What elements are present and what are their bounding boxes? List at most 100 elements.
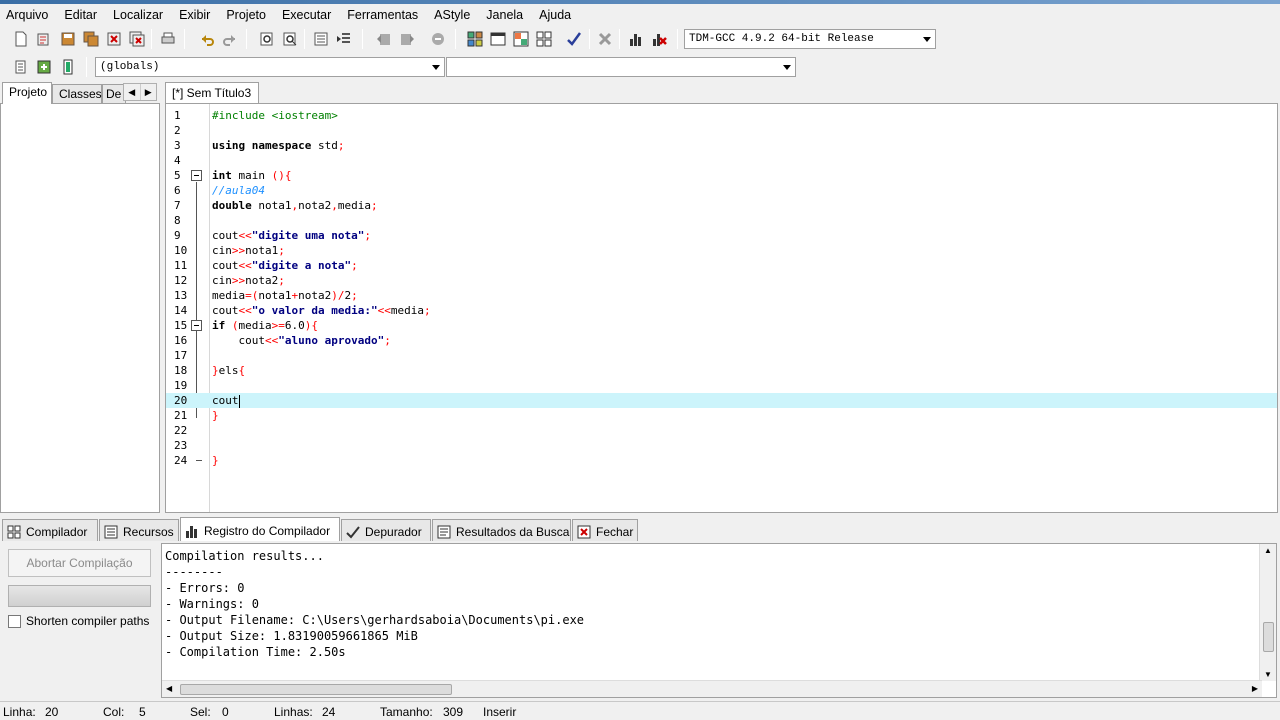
menu-editar[interactable]: Editar — [64, 8, 97, 22]
scope-select[interactable]: (globals) — [95, 57, 445, 77]
arrow-left-icon[interactable]: ◀ — [124, 84, 141, 100]
tab-depurador[interactable]: Depurador — [341, 519, 431, 541]
profile-icon[interactable] — [625, 28, 647, 50]
syntax-check-icon[interactable] — [563, 28, 585, 50]
scroll-right-icon[interactable]: ▶ — [1252, 684, 1258, 693]
identifier: cout — [212, 334, 265, 347]
menu-localizar[interactable]: Localizar — [113, 8, 163, 22]
tab-classes[interactable]: Classes — [52, 84, 102, 104]
compile-run-icon[interactable] — [510, 28, 532, 50]
code-editor[interactable]: 1 #include <iostream> 2 3 using namespace … — [165, 103, 1278, 513]
string-literal: "digite uma nota" — [251, 229, 365, 242]
checkbox-box[interactable] — [8, 614, 21, 628]
insert-icon[interactable] — [10, 56, 32, 78]
rebuild-icon[interactable] — [533, 28, 555, 50]
forward-icon[interactable] — [396, 28, 418, 50]
scroll-left-icon[interactable]: ◀ — [166, 684, 172, 693]
scroll-up-icon[interactable]: ▲ — [1264, 546, 1272, 555]
code-line: 13 media=(nota1+nota2)/2; — [166, 288, 1277, 303]
redo-icon[interactable] — [219, 28, 241, 50]
scroll-thumb[interactable] — [1263, 622, 1274, 652]
toolbar-separator — [304, 29, 305, 49]
status-mode: Inserir — [483, 705, 517, 719]
tab-projeto[interactable]: Projeto — [2, 82, 52, 104]
keyword: using namespace — [212, 139, 312, 152]
vertical-scrollbar[interactable]: ▲ ▼ — [1259, 544, 1276, 681]
abort-compilation-button[interactable]: Abortar Compilação — [8, 549, 151, 577]
code-line: 16 cout<<"aluno aprovado"; — [166, 333, 1277, 348]
bookmark-icon[interactable] — [427, 28, 449, 50]
undo-icon[interactable] — [196, 28, 218, 50]
close-icon — [577, 525, 591, 539]
compiler-log-panel: Abortar Compilação Shorten compiler path… — [0, 541, 1280, 699]
identifier: nota2 — [298, 289, 332, 302]
log-line: - Warnings: 0 — [165, 597, 259, 611]
tab-compilador[interactable]: Compilador — [2, 519, 98, 541]
tab-sem-titulo3[interactable]: [*] Sem Título3 — [165, 82, 259, 104]
toggle-comment-icon[interactable] — [33, 56, 55, 78]
compile-icon[interactable] — [464, 28, 486, 50]
goto-line-icon[interactable] — [333, 28, 355, 50]
toolbar-separator — [619, 29, 620, 49]
horizontal-scrollbar[interactable]: ◀ ▶ — [162, 680, 1262, 697]
status-col-value: 5 — [139, 705, 146, 719]
toolbar-separator — [362, 29, 363, 49]
menu-projeto[interactable]: Projeto — [226, 8, 266, 22]
code-text: double nota1,nota2,media; — [212, 199, 378, 212]
code-line: 21} — [166, 408, 1277, 423]
menu-janela[interactable]: Janela — [486, 8, 523, 22]
code-line: 6 //aula04 — [166, 183, 1277, 198]
tab-registro-compilador[interactable]: Registro do Compilador — [180, 517, 340, 541]
toolbar-separator — [246, 29, 247, 49]
replace-icon[interactable] — [279, 28, 301, 50]
chevron-down-icon — [432, 65, 440, 70]
scroll-down-icon[interactable]: ▼ — [1264, 670, 1272, 679]
open-file-icon[interactable] — [33, 28, 55, 50]
log-line: -------- — [165, 565, 223, 579]
main-toolbar: TDM-GCC 4.9.2 64-bit Release — [0, 26, 1280, 52]
save-all-icon[interactable] — [80, 28, 102, 50]
goto-declaration-icon[interactable] — [57, 56, 79, 78]
arrow-right-icon[interactable]: ▶ — [141, 84, 157, 100]
back-icon[interactable] — [373, 28, 395, 50]
delete-profile-icon[interactable] — [648, 28, 670, 50]
menu-ajuda[interactable]: Ajuda — [539, 8, 571, 22]
toolbar-separator — [151, 29, 152, 49]
scroll-thumb[interactable] — [180, 684, 452, 695]
print-icon[interactable] — [157, 28, 179, 50]
code-line: 10 cin>>nota1; — [166, 243, 1277, 258]
menu-arquivo[interactable]: Arquivo — [6, 8, 48, 22]
tab-recursos[interactable]: Recursos — [99, 519, 179, 541]
fold-toggle-icon[interactable] — [191, 320, 202, 331]
chevron-down-icon — [923, 37, 931, 42]
menu-executar[interactable]: Executar — [282, 8, 331, 22]
checkbox-label: Shorten compiler paths — [26, 614, 150, 628]
fold-toggle-icon[interactable] — [191, 170, 202, 181]
compiler-log-output[interactable]: Compilation results... -------- - Errors… — [161, 543, 1277, 698]
run-icon[interactable] — [487, 28, 509, 50]
indent-icon[interactable] — [310, 28, 332, 50]
tab-fechar[interactable]: Fechar — [572, 519, 638, 541]
project-panel[interactable] — [0, 103, 160, 513]
new-file-icon[interactable] — [10, 28, 32, 50]
compiler-select[interactable]: TDM-GCC 4.9.2 64-bit Release — [684, 29, 936, 49]
code-text: int main (){ — [212, 169, 292, 182]
check-icon — [346, 525, 360, 539]
menu-bar: Arquivo Editar Localizar Exibir Projeto … — [0, 4, 1280, 26]
menu-ferramentas[interactable]: Ferramentas — [347, 8, 418, 22]
identifier: cout — [212, 394, 239, 407]
tab-resultados-busca[interactable]: Resultados da Busca — [432, 519, 571, 541]
line-number: 18 — [174, 364, 188, 377]
tab-label: Resultados da Busca — [456, 525, 570, 539]
line-number: 9 — [174, 229, 181, 242]
close-file-icon[interactable] — [103, 28, 125, 50]
menu-exibir[interactable]: Exibir — [179, 8, 210, 22]
find-icon[interactable] — [256, 28, 278, 50]
stop-execution-icon[interactable] — [594, 28, 616, 50]
close-all-icon[interactable] — [126, 28, 148, 50]
shorten-paths-checkbox[interactable]: Shorten compiler paths — [8, 614, 149, 628]
menu-astyle[interactable]: AStyle — [434, 8, 470, 22]
save-icon[interactable] — [57, 28, 79, 50]
identifier: nota1 — [258, 289, 292, 302]
member-select[interactable] — [446, 57, 796, 77]
